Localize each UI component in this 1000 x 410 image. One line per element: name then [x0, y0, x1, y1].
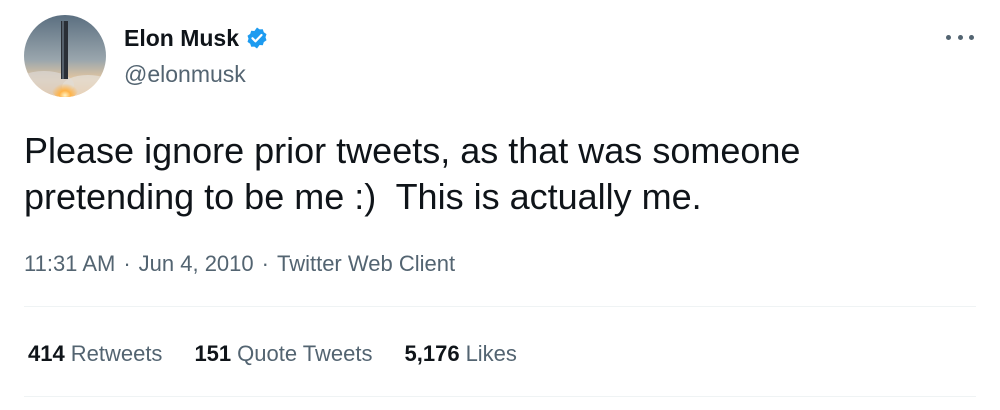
- likes-stat[interactable]: 5,176 Likes: [405, 340, 517, 368]
- author-name-row[interactable]: Elon Musk: [124, 24, 269, 52]
- tweet-time[interactable]: 11:31 AM: [24, 250, 115, 278]
- more-dot-icon: [957, 34, 963, 40]
- retweets-count: 414: [28, 341, 65, 366]
- verified-badge-icon: [245, 26, 269, 50]
- quote-tweets-stat[interactable]: 151 Quote Tweets: [194, 340, 372, 368]
- divider: [24, 306, 976, 307]
- tweet-stats: 414 Retweets 151 Quote Tweets 5,176 Likes: [28, 340, 549, 368]
- quote-tweets-label: Quote Tweets: [237, 341, 373, 366]
- likes-label: Likes: [465, 341, 517, 366]
- retweets-stat[interactable]: 414 Retweets: [28, 340, 162, 368]
- likes-count: 5,176: [404, 341, 460, 366]
- more-options-icon[interactable]: [946, 30, 974, 44]
- tweet-source[interactable]: Twitter Web Client: [277, 250, 455, 278]
- quote-tweets-count: 151: [194, 341, 232, 366]
- avatar[interactable]: [24, 15, 106, 97]
- meta-separator: ·: [261, 251, 269, 276]
- divider: [24, 396, 976, 397]
- more-dot-icon: [969, 34, 974, 40]
- meta-separator: ·: [123, 251, 131, 276]
- author-name: Elon Musk: [124, 25, 240, 51]
- more-dot-icon: [946, 34, 951, 40]
- retweets-label: Retweets: [70, 341, 163, 366]
- tweet-date[interactable]: Jun 4, 2010: [139, 250, 254, 278]
- tweet-text: Please ignore prior tweets, as that was …: [24, 130, 801, 217]
- tweet-meta: 11:31 AM · Jun 4, 2010 · Twitter Web Cli…: [24, 250, 455, 278]
- avatar-image: [24, 15, 106, 97]
- author-handle[interactable]: @elonmusk: [124, 60, 246, 88]
